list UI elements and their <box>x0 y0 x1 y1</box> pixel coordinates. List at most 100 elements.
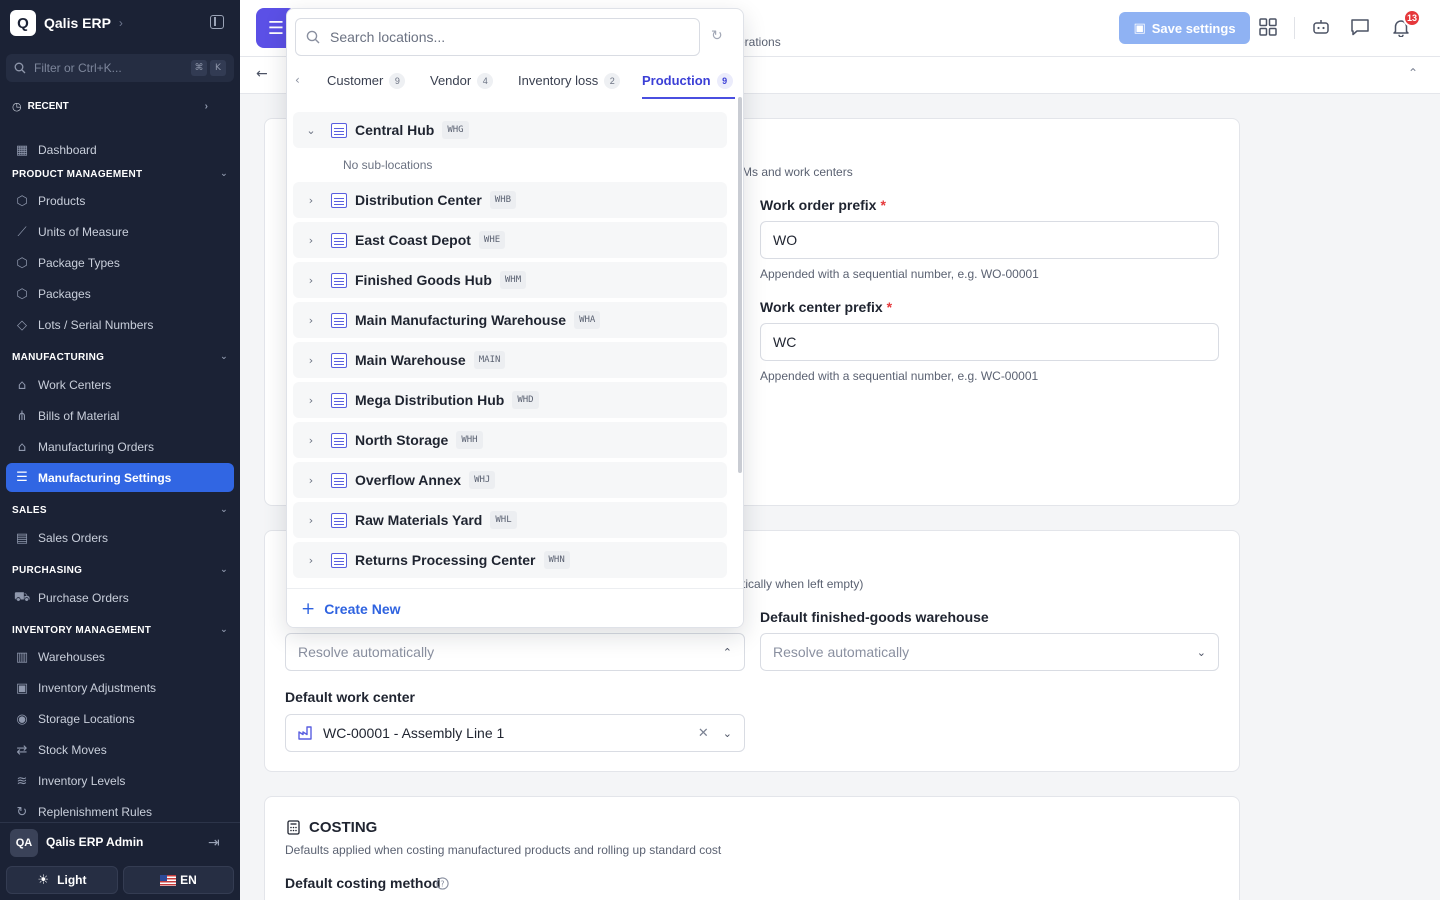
help-icon[interactable]: ? <box>436 877 449 890</box>
source-location-select[interactable]: Resolve automatically ⌃ <box>285 633 745 671</box>
grid-icon[interactable] <box>1257 16 1279 38</box>
chevron-right-icon[interactable]: › <box>293 194 329 207</box>
back-arrow-icon[interactable]: ← <box>256 66 268 82</box>
sidebar-item-work-centers[interactable]: ⌂ Work Centers <box>6 371 234 399</box>
factory-icon <box>298 726 312 740</box>
location-row[interactable]: › Returns Processing Center WHN <box>293 542 727 578</box>
location-name: Main Manufacturing Warehouse <box>355 312 567 328</box>
section-title: MANUFACTURING <box>12 351 105 363</box>
sidebar-collapse-icon[interactable] <box>210 15 224 29</box>
location-code: WHD <box>512 391 539 409</box>
tab-production[interactable]: Production 9 <box>642 73 735 99</box>
clear-icon[interactable]: ✕ <box>698 726 709 741</box>
sidebar-item-products[interactable]: ⬡ Products <box>6 187 234 215</box>
select-value: WC-00001 - Assembly Line 1 <box>323 725 505 741</box>
location-row[interactable]: › Main Manufacturing Warehouse WHA <box>293 302 727 338</box>
chevron-up-icon[interactable]: ⌃ <box>1408 66 1418 80</box>
chevron-right-icon[interactable]: › <box>293 354 329 367</box>
sliders-icon: ☰ <box>16 470 28 485</box>
sidebar-item-units-of-measure[interactable]: ⟋ Units of Measure <box>6 218 234 246</box>
refresh-icon[interactable]: ↻ <box>711 28 723 44</box>
sidebar-item-manufacturing-settings[interactable]: ☰ Manufacturing Settings <box>6 463 234 492</box>
location-row[interactable]: › East Coast Depot WHE <box>293 222 727 258</box>
chevron-right-icon[interactable]: › <box>293 554 329 567</box>
sidebar-item-label: Manufacturing Settings <box>38 470 172 485</box>
bot-icon[interactable] <box>1310 16 1332 38</box>
work-center-prefix-input[interactable]: WC <box>760 323 1219 361</box>
location-row[interactable]: › Distribution Center WHB <box>293 182 727 218</box>
location-name: Raw Materials Yard <box>355 512 483 528</box>
section-manufacturing[interactable]: MANUFACTURING ⌄ <box>12 349 228 365</box>
save-settings-button[interactable]: ▣ Save settings <box>1119 12 1250 44</box>
tab-count: 4 <box>477 73 494 89</box>
chevron-right-icon[interactable]: › <box>293 234 329 247</box>
sidebar-item-packages[interactable]: ⬡ Packages <box>6 280 234 308</box>
location-code: MAIN <box>473 351 506 369</box>
sidebar-item-purchase-orders[interactable]: ⛟ Purchase Orders <box>6 584 234 612</box>
message-icon[interactable] <box>1349 16 1371 38</box>
chevron-right-icon[interactable]: › <box>293 274 329 287</box>
location-search-input[interactable]: Search locations... <box>295 18 700 56</box>
location-row[interactable]: › Overflow Annex WHJ <box>293 462 727 498</box>
chevron-right-icon[interactable]: › <box>293 474 329 487</box>
tab-vendor[interactable]: Vendor 4 <box>430 73 494 99</box>
search-icon <box>306 30 320 44</box>
chevron-right-icon: › <box>204 100 208 112</box>
sun-icon: ☀ <box>37 872 50 888</box>
arrows-icon: ⇄ <box>16 742 28 758</box>
sidebar-item-stock-moves[interactable]: ⇄ Stock Moves <box>6 736 234 764</box>
sidebar-item-sales-orders[interactable]: ▤ Sales Orders <box>6 524 234 552</box>
sidebar-item-inventory-adjustments[interactable]: ▣ Inventory Adjustments <box>6 674 234 702</box>
warehouse-icon <box>331 512 347 528</box>
sidebar-item-storage-locations[interactable]: ◉ Storage Locations <box>6 705 234 733</box>
location-row[interactable]: › North Storage WHH <box>293 422 727 458</box>
kbd-k: K <box>210 60 226 76</box>
recent-toggle[interactable]: ◷ RECENT › <box>12 98 208 114</box>
scrollbar[interactable] <box>738 97 742 473</box>
fg-warehouse-select[interactable]: Resolve automatically ⌄ <box>760 633 1219 671</box>
work-order-prefix-input[interactable]: WO <box>760 221 1219 259</box>
location-picker-popover: Search locations... ↻ ‹ Customer 9 Vendor… <box>286 8 744 628</box>
chevron-right-icon[interactable]: › <box>293 514 329 527</box>
location-row[interactable]: › Finished Goods Hub WHM <box>293 262 727 298</box>
chevron-right-icon[interactable]: › <box>293 434 329 447</box>
location-row[interactable]: › Raw Materials Yard WHL <box>293 502 727 538</box>
costing-card: COSTING Defaults applied when costing ma… <box>264 796 1240 900</box>
tab-customer[interactable]: Customer 9 <box>327 73 406 99</box>
search-placeholder: Search locations... <box>330 29 446 45</box>
location-row[interactable]: › Main Warehouse MAIN <box>293 342 727 378</box>
section-sales[interactable]: SALES ⌄ <box>12 502 228 518</box>
chevron-right-icon[interactable]: › <box>293 314 329 327</box>
brand[interactable]: Q Qalis ERP › <box>10 10 123 36</box>
tab-inventory-loss[interactable]: Inventory loss 2 <box>518 73 621 99</box>
chevron-right-icon[interactable]: › <box>293 394 329 407</box>
default-work-center-select[interactable]: WC-00001 - Assembly Line 1 ✕ ⌄ <box>285 714 745 752</box>
warehouse-icon <box>331 392 347 408</box>
location-list: ⌄ Central Hub WHG No sub-locations › Dis… <box>293 107 731 589</box>
sidebar-item-dashboard[interactable]: ▦ Dashboard <box>6 136 234 164</box>
chevron-left-icon[interactable]: ‹ <box>295 73 300 87</box>
sidebar-item-warehouses[interactable]: ▥ Warehouses <box>6 643 234 671</box>
section-product-management[interactable]: PRODUCT MANAGEMENT ⌄ <box>12 166 228 182</box>
recent-label: RECENT <box>27 100 69 112</box>
location-row-expanded[interactable]: ⌄ Central Hub WHG <box>293 112 727 148</box>
theme-toggle-button[interactable]: ☀ Light <box>6 866 118 894</box>
location-code: WHM <box>499 271 527 289</box>
sidebar-item-inventory-levels[interactable]: ≋ Inventory Levels <box>6 767 234 795</box>
section-inventory-management[interactable]: INVENTORY MANAGEMENT ⌄ <box>12 622 228 638</box>
sidebar-item-bills-of-material[interactable]: ⋔ Bills of Material <box>6 402 234 430</box>
location-row[interactable]: › Mega Distribution Hub WHD <box>293 382 727 418</box>
sidebar-item-package-types[interactable]: ⬡ Package Types <box>6 249 234 277</box>
warehouse-icon <box>331 192 347 208</box>
language-button[interactable]: EN <box>123 866 234 894</box>
sidebar-item-manufacturing-orders[interactable]: ⌂ Manufacturing Orders <box>6 433 234 461</box>
sidebar-item-lots-serial-numbers[interactable]: ◇ Lots / Serial Numbers <box>6 311 234 339</box>
label-text: Work center prefix <box>760 299 883 315</box>
work-order-prefix-help: Appended with a sequential number, e.g. … <box>760 267 1039 281</box>
filter-input[interactable]: Filter or Ctrl+K... ⌘ K <box>6 54 234 82</box>
create-new-button[interactable]: + Create New <box>287 588 743 627</box>
section-purchasing[interactable]: PURCHASING ⌄ <box>12 562 228 578</box>
chevron-down-icon[interactable]: ⌄ <box>293 124 329 137</box>
logout-icon[interactable]: ⇥ <box>208 835 220 851</box>
avatar[interactable]: QA <box>10 829 38 857</box>
